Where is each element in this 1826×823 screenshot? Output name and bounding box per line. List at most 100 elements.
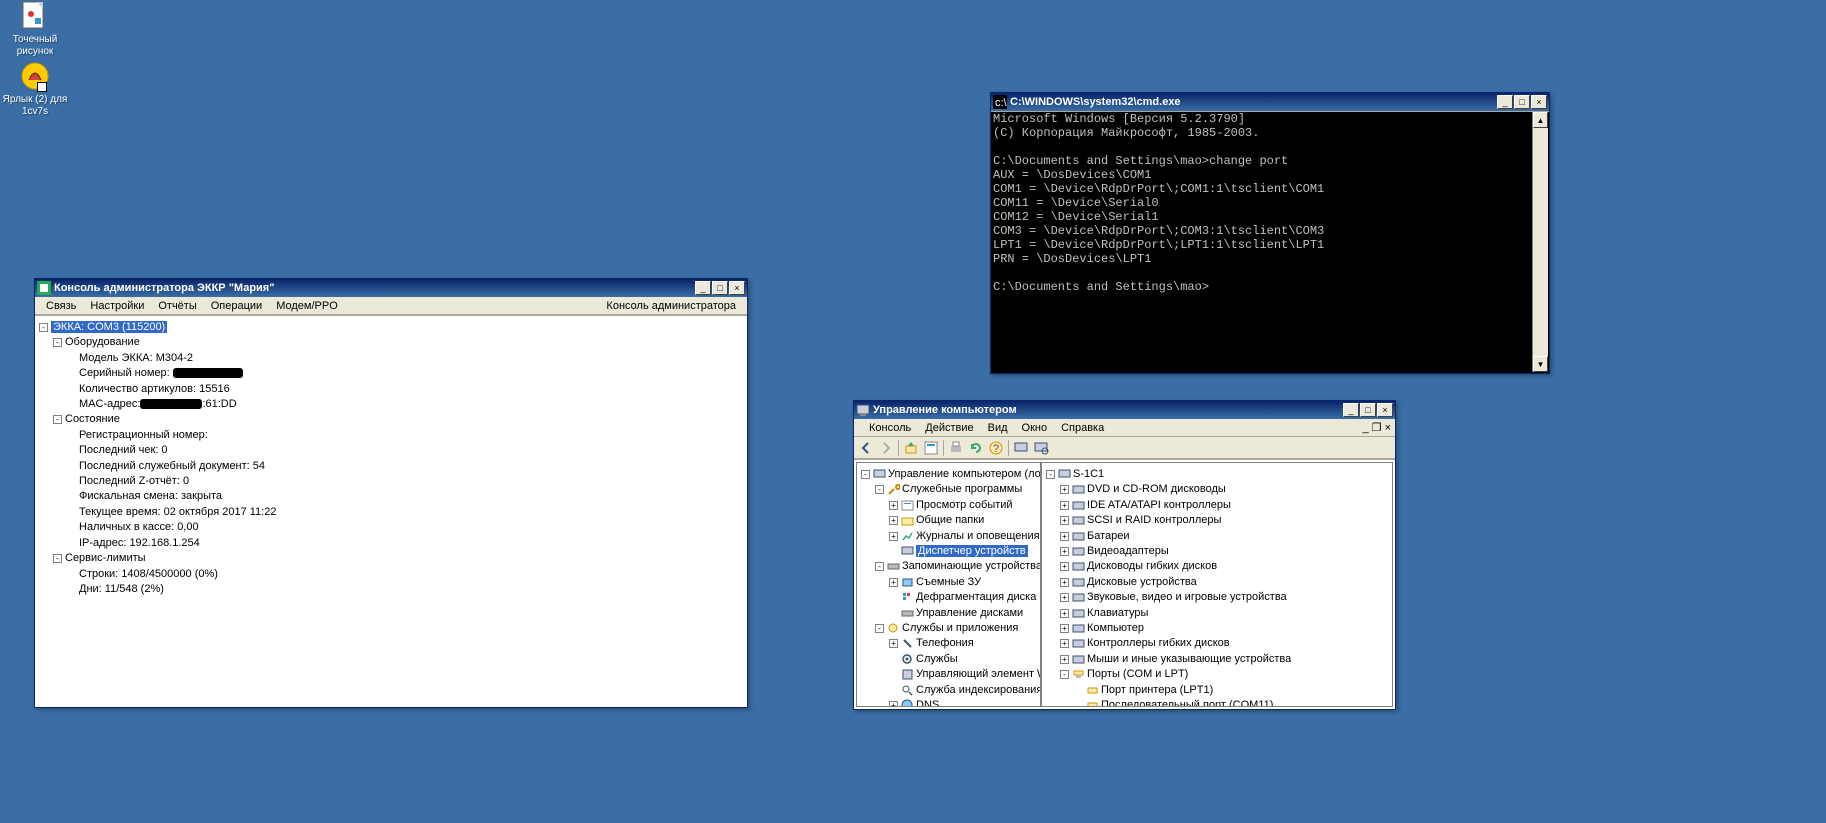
tree-toggle[interactable]: + — [1060, 639, 1069, 648]
tree-toggle[interactable]: - — [39, 323, 48, 332]
tree-item[interactable]: Клавиатуры — [1087, 607, 1148, 619]
tree-toggle[interactable]: + — [889, 578, 898, 587]
refresh-icon[interactable] — [968, 440, 984, 456]
tree-node-storage[interactable]: Запоминающие устройства — [902, 560, 1041, 572]
tree-toggle[interactable]: + — [1060, 624, 1069, 633]
scan-hardware-icon[interactable] — [1033, 440, 1049, 456]
tree-item[interactable]: Дефрагментация диска — [916, 591, 1036, 603]
tree-leaf-mac[interactable]: MAC-адрес::61:DD — [79, 398, 237, 410]
tree-item[interactable]: Службы — [916, 653, 958, 665]
tree-item[interactable]: Батареи — [1087, 530, 1130, 542]
tree-toggle[interactable]: + — [1060, 562, 1069, 571]
tree-item[interactable]: DNS — [916, 699, 939, 707]
menu-svyaz[interactable]: Связь — [39, 298, 83, 314]
back-icon[interactable] — [858, 440, 874, 456]
tree-leaf-cash[interactable]: Наличных в кассе: 0,00 — [79, 521, 199, 533]
scroll-down-button[interactable]: ▼ — [1533, 356, 1548, 372]
tree-toggle[interactable]: + — [1060, 547, 1069, 556]
tree-toggle[interactable]: - — [53, 554, 62, 563]
tree-item[interactable]: Общие папки — [916, 514, 984, 526]
tree-item[interactable]: Дисковые устройства — [1087, 576, 1197, 588]
window-cmd[interactable]: c:\ C:\WINDOWS\system32\cmd.exe _ □ × Mi… — [990, 92, 1550, 374]
tree-item[interactable]: Управление дисками — [916, 607, 1023, 619]
tree-node-limits[interactable]: Сервис-лимиты — [65, 552, 146, 564]
tree-leaf-regnum[interactable]: Регистрационный номер: — [79, 429, 208, 441]
minimize-button[interactable]: _ — [695, 281, 711, 295]
tree-leaf-lastz[interactable]: Последний Z-отчёт: 0 — [79, 475, 189, 487]
tree-leaf-rows[interactable]: Строки: 1408/4500000 (0%) — [79, 568, 218, 580]
print-icon[interactable] — [948, 440, 964, 456]
tree-item[interactable]: Последовательный порт (COM11) — [1101, 699, 1273, 707]
tree-item[interactable]: Контроллеры гибких дисков — [1087, 637, 1230, 649]
menu-window[interactable]: Окно — [1015, 420, 1055, 436]
tree-toggle[interactable]: + — [889, 501, 898, 510]
tree-node-equipment[interactable]: Оборудование — [65, 336, 140, 348]
tree-item[interactable]: Просмотр событий — [916, 499, 1013, 511]
menu-console[interactable]: Консоль — [862, 420, 918, 436]
titlebar[interactable]: Консоль администратора ЭККР "Мария" _ □ … — [35, 279, 747, 297]
tree-toggle[interactable]: + — [1060, 609, 1069, 618]
tree-root-comp-mgmt[interactable]: Управление компьютером (локал — [888, 468, 1041, 480]
tree-toggle[interactable]: + — [1060, 532, 1069, 541]
close-button[interactable]: × — [1531, 95, 1547, 109]
tree-leaf-lastcheck[interactable]: Последний чек: 0 — [79, 444, 168, 456]
tree-toggle[interactable]: - — [1060, 670, 1069, 679]
tree-toggle[interactable]: - — [875, 562, 884, 571]
tree-item[interactable]: Телефония — [916, 637, 974, 649]
tree-toggle[interactable]: - — [53, 338, 62, 347]
minimize-button[interactable]: _ — [1497, 95, 1513, 109]
device-icon[interactable] — [1013, 440, 1029, 456]
tree-toggle[interactable]: - — [1046, 470, 1055, 479]
desktop-icon-shortcut-1cv7s[interactable]: ↗ Ярлык (2) для 1cv7s — [0, 60, 70, 118]
tree-toggle[interactable]: + — [1060, 501, 1069, 510]
tree-toggle[interactable]: - — [53, 415, 62, 424]
menu-help[interactable]: Справка — [1054, 420, 1111, 436]
titlebar[interactable]: Управление компьютером _ □ × — [854, 401, 1395, 419]
tree-item[interactable]: SCSI и RAID контроллеры — [1087, 514, 1221, 526]
tree-item[interactable]: Служба индексирования — [916, 684, 1041, 696]
close-button[interactable]: × — [729, 281, 745, 295]
tree-node-state[interactable]: Состояние — [65, 413, 120, 425]
tree-leaf-articles[interactable]: Количество артикулов: 15516 — [79, 383, 230, 395]
tree-item[interactable]: Журналы и оповещения пр — [916, 530, 1041, 542]
tree-leaf-ip[interactable]: IP-адрес: 192.168.1.254 — [79, 537, 200, 549]
tree-toggle[interactable]: + — [889, 516, 898, 525]
scroll-up-button[interactable]: ▲ — [1533, 112, 1548, 128]
forward-icon[interactable] — [878, 440, 894, 456]
menu-view[interactable]: Вид — [981, 420, 1015, 436]
maximize-button[interactable]: □ — [1514, 95, 1530, 109]
tree-toggle[interactable]: + — [889, 639, 898, 648]
tree-toggle[interactable]: - — [875, 485, 884, 494]
menu-modem-ppo[interactable]: Модем/PPO — [269, 298, 345, 314]
scroll-track[interactable] — [1533, 128, 1548, 356]
tree-item[interactable]: Звуковые, видео и игровые устройства — [1087, 591, 1287, 603]
mdi-minimize-button[interactable]: _ — [1362, 422, 1368, 434]
tree-root-ekka[interactable]: ЭККА: COM3 (115200) — [51, 321, 167, 333]
properties-icon[interactable] — [923, 440, 939, 456]
tree-node-system-tools[interactable]: Служебные программы — [902, 483, 1022, 495]
tree-item[interactable]: Съемные ЗУ — [916, 576, 981, 588]
tree-leaf-fiscal[interactable]: Фискальная смена: закрыта — [79, 490, 222, 502]
tree-toggle[interactable]: + — [1060, 578, 1069, 587]
mdi-restore-button[interactable]: ❐ — [1372, 422, 1382, 434]
titlebar[interactable]: c:\ C:\WINDOWS\system32\cmd.exe _ □ × — [991, 93, 1549, 111]
tree-leaf-serial[interactable]: Серийный номер: — [79, 367, 243, 379]
up-icon[interactable] — [903, 440, 919, 456]
tree-toggle[interactable]: + — [889, 701, 898, 707]
scrollbar[interactable]: ▲ ▼ — [1532, 112, 1548, 372]
mdi-close-button[interactable]: × — [1385, 422, 1391, 434]
maximize-button[interactable]: □ — [1360, 403, 1376, 417]
close-button[interactable]: × — [1377, 403, 1393, 417]
tree-item[interactable]: Дисководы гибких дисков — [1087, 560, 1217, 572]
tree-item[interactable]: Порт принтера (LPT1) — [1101, 684, 1213, 696]
tree-leaf-model[interactable]: Модель ЭККА: M304-2 — [79, 352, 193, 364]
help-icon[interactable]: ? — [988, 440, 1004, 456]
menu-console-admin[interactable]: Консоль администратора — [599, 298, 743, 314]
tree-node-ports[interactable]: Порты (COM и LPT) — [1087, 668, 1188, 680]
desktop-icon-bitmap[interactable]: Точечный рисунок — [0, 0, 70, 58]
tree-toggle[interactable]: + — [1060, 655, 1069, 664]
tree-leaf-days[interactable]: Дни: 11/548 (2%) — [79, 583, 164, 595]
tree-item-device-manager[interactable]: Диспетчер устройств — [916, 545, 1028, 557]
menu-operacii[interactable]: Операции — [204, 298, 269, 314]
minimize-button[interactable]: _ — [1343, 403, 1359, 417]
